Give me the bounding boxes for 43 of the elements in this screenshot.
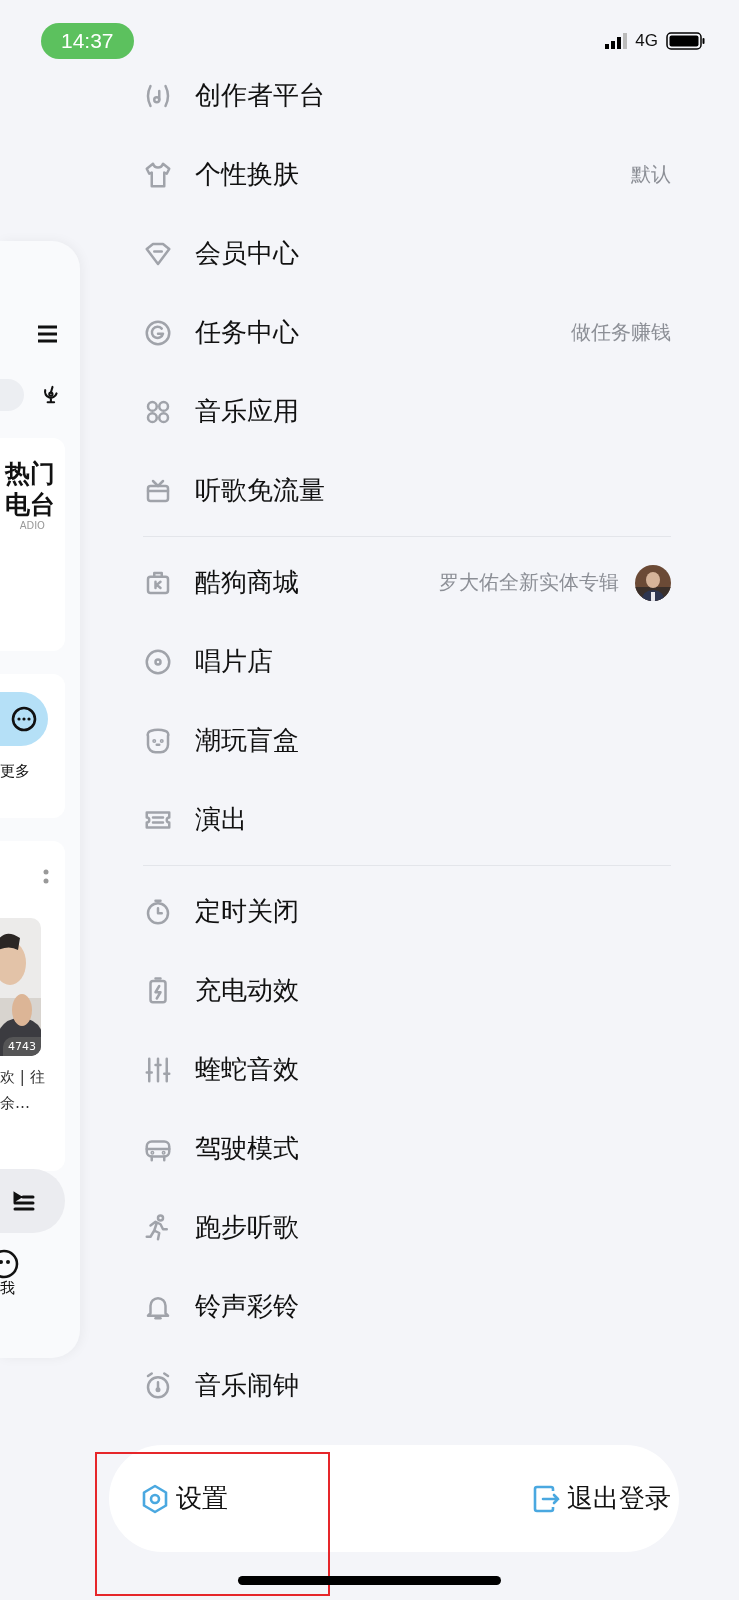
menu-item[interactable]: 个性换肤 默认: [143, 135, 671, 214]
menu-item[interactable]: 任务中心 做任务赚钱: [143, 293, 671, 372]
settings-icon: [140, 1483, 170, 1514]
menu-item[interactable]: 驾驶模式: [143, 1109, 671, 1188]
play-count: 4743: [3, 1037, 41, 1056]
card-subtitle: ADIO: [19, 520, 45, 531]
menu-item[interactable]: 创作者平台: [143, 56, 671, 135]
settings-button[interactable]: 设置: [140, 1481, 228, 1516]
item-hint: 罗大佑全新实体专辑: [439, 569, 619, 596]
signal-icon: [605, 33, 628, 49]
more-label: 更多: [0, 762, 30, 781]
card-title: 电台: [5, 489, 55, 520]
battery-icon: [666, 32, 705, 50]
song-title: 欢 | 往: [0, 1067, 45, 1088]
menu-item[interactable]: 跑步听歌: [143, 1188, 671, 1267]
item-hint: 默认: [631, 161, 671, 188]
menu-icon[interactable]: [38, 325, 57, 343]
menu-item[interactable]: 演出: [143, 780, 671, 859]
menu-item[interactable]: 铃声彩铃: [143, 1267, 671, 1346]
logout-icon: [533, 1484, 561, 1513]
clock-time: 14:37: [41, 23, 134, 59]
menu-item[interactable]: 音乐应用: [143, 372, 671, 451]
logout-button[interactable]: 退出登录: [533, 1481, 671, 1516]
menu-item[interactable]: 充电动效: [143, 951, 671, 1030]
menu-item[interactable]: 会员中心: [143, 214, 671, 293]
menu-item[interactable]: 听歌免流量: [143, 451, 671, 530]
menu-item[interactable]: 酷狗商城 罗大佑全新实体专辑: [143, 543, 671, 622]
menu-item[interactable]: 蝰蛇音效: [143, 1030, 671, 1109]
item-hint: 做任务赚钱: [571, 319, 671, 346]
menu-item[interactable]: 潮玩盲盒: [143, 701, 671, 780]
more-icon[interactable]: [11, 706, 37, 732]
network-type: 4G: [635, 31, 658, 51]
player-bar[interactable]: [0, 1169, 65, 1233]
radio-card[interactable]: 热门 电台 ADIO: [0, 438, 65, 651]
menu-item[interactable]: 音乐闹钟: [143, 1346, 671, 1425]
card-title: 热门: [5, 458, 55, 489]
more-options-icon[interactable]: [43, 869, 49, 884]
playlist-icon[interactable]: [13, 1190, 35, 1212]
menu-item[interactable]: 定时关闭: [143, 872, 671, 951]
profile-icon[interactable]: [0, 1249, 20, 1279]
menu-item[interactable]: 唱片店: [143, 622, 671, 701]
me-label[interactable]: 我: [0, 1279, 15, 1298]
song-title: 余…: [0, 1093, 31, 1114]
